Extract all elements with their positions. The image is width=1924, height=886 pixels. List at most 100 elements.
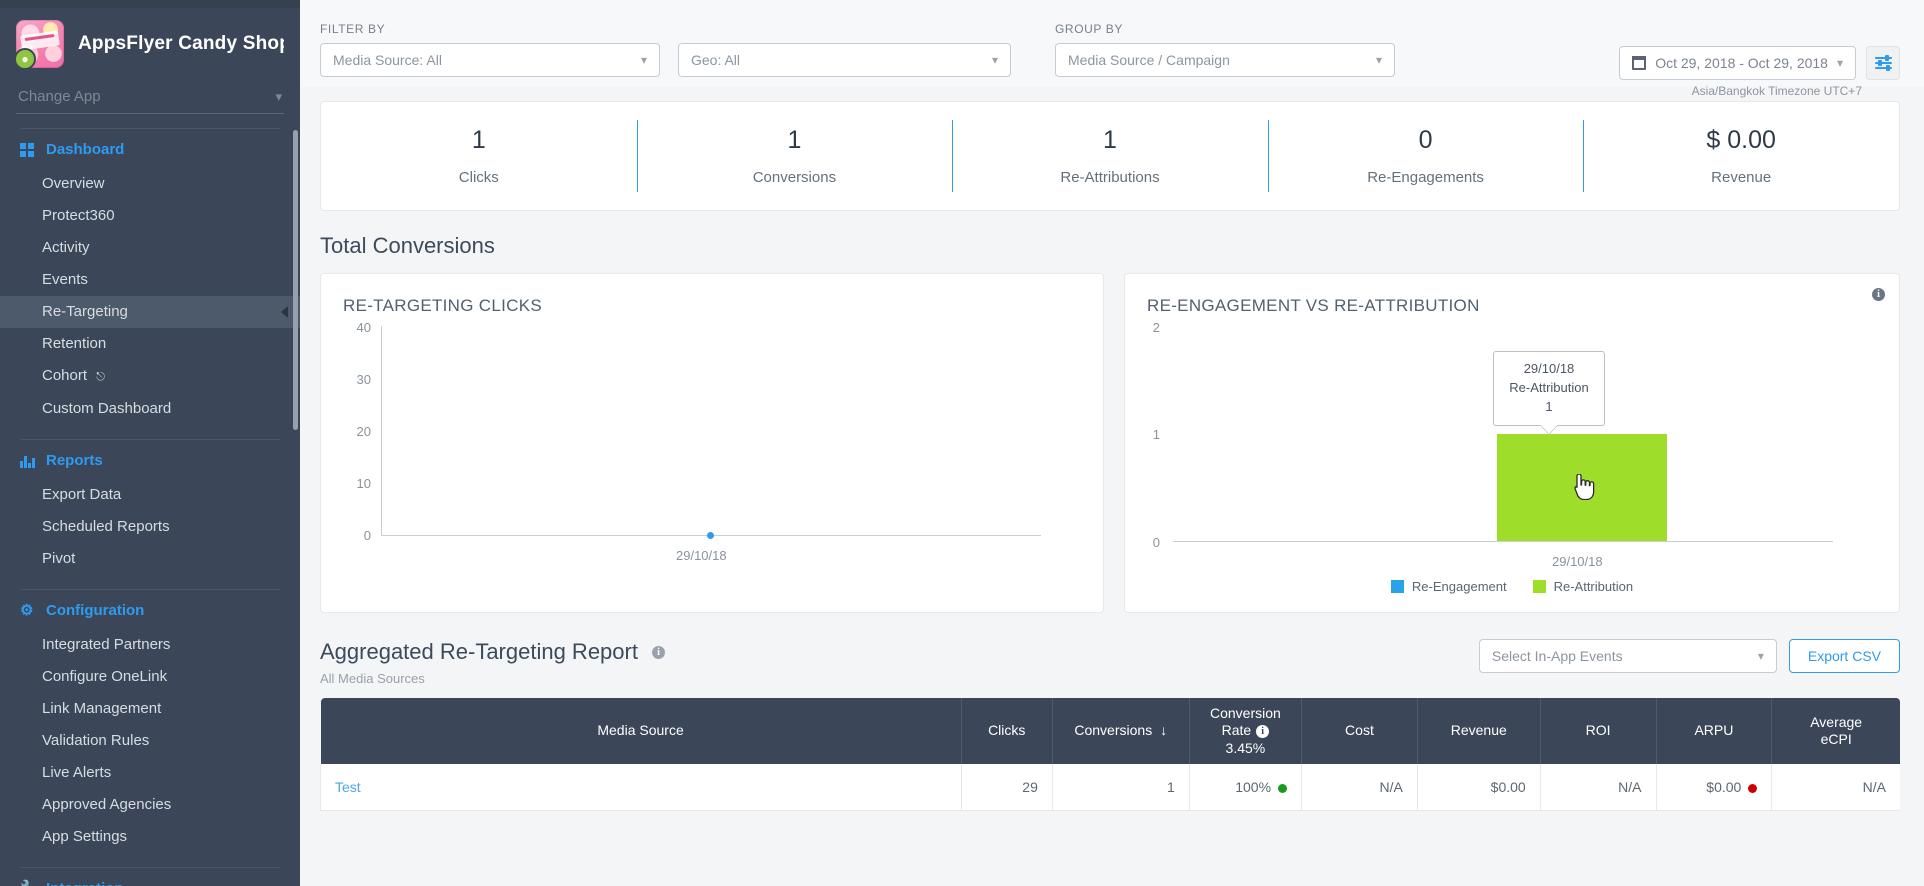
select-in-app-events-placeholder: Select In-App Events <box>1491 648 1623 664</box>
bar-chart-icon <box>20 453 36 469</box>
sidebar-item-protect360[interactable]: Protect360 <box>0 200 300 232</box>
kpi-value: 1 <box>787 126 802 154</box>
report-title: Aggregated Re-Targeting Report <box>320 639 638 664</box>
legend-swatch <box>1390 580 1404 593</box>
col-revenue[interactable]: Revenue <box>1416 698 1541 764</box>
col-conversions[interactable]: Conversions ↓ <box>1051 698 1190 764</box>
y-axis-tick: 0 <box>1152 535 1160 550</box>
col-average-ecpi[interactable]: Average eCPI <box>1771 698 1900 764</box>
change-app-select[interactable]: Change App ▾ <box>16 82 284 114</box>
data-point[interactable] <box>707 532 714 539</box>
arpu-value: $0.00 <box>1706 778 1742 795</box>
col-arpu[interactable]: ARPU <box>1655 698 1772 764</box>
date-range-picker[interactable]: Oct 29, 2018 - Oct 29, 2018 ▾ <box>1619 46 1856 80</box>
kpi-revenue: $ 0.00 Revenue <box>1583 102 1899 210</box>
cell-conversions: 1 <box>1051 764 1190 811</box>
group-by-label: GROUP BY <box>1055 22 1123 36</box>
kpi-caption: Clicks <box>458 169 499 186</box>
table-row: Test 29 1 100% N/A $0.00 N/A $0.00 N/A <box>320 764 1900 811</box>
kpi-caption: Conversions <box>752 169 837 186</box>
col-conversion-rate-line2: Rate <box>1221 722 1252 739</box>
app-header: ● AppsFlyer Candy Shop T... <box>0 8 300 74</box>
y-axis-tick: 30 <box>356 372 371 387</box>
display-settings-button[interactable] <box>1866 46 1900 80</box>
legend-item-re-engagement[interactable]: Re-Engagement <box>1390 579 1507 594</box>
sidebar-item-overview[interactable]: Overview <box>0 168 300 200</box>
kpi-re-attributions: 1 Re-Attributions <box>952 102 1268 210</box>
sidebar-item-validation-rules[interactable]: Validation Rules <box>0 725 300 757</box>
col-conversions-label: Conversions <box>1074 722 1153 739</box>
external-link-icon: ⎋ <box>96 371 105 383</box>
chart-title: RE-TARGETING CLICKS <box>343 296 543 315</box>
sidebar-section-reports[interactable]: Reports <box>0 440 300 479</box>
sidebar-item-cohort[interactable]: Cohort ⎋ <box>0 360 300 393</box>
export-csv-label: Export CSV <box>1807 648 1881 664</box>
sidebar-item-label: Pivot <box>42 550 76 567</box>
group-by-select[interactable]: Media Source / Campaign ▾ <box>1055 43 1395 77</box>
geo-value: Geo: All <box>691 52 741 68</box>
sidebar-item-label: Live Alerts <box>42 764 112 781</box>
sidebar-item-events[interactable]: Events <box>0 264 300 296</box>
info-icon[interactable]: i <box>1872 288 1885 301</box>
y-axis-tick: 10 <box>356 476 371 491</box>
cell-revenue: $0.00 <box>1416 764 1541 811</box>
media-source-select[interactable]: Media Source: All ▾ <box>320 43 660 77</box>
info-icon[interactable]: i <box>1256 724 1270 738</box>
col-cost[interactable]: Cost <box>1301 698 1418 764</box>
sidebar-section-label: Dashboard <box>46 141 125 158</box>
geo-select[interactable]: Geo: All ▾ <box>678 43 1011 77</box>
sidebar-section-configuration[interactable]: ⚙ Configuration <box>0 590 300 629</box>
geo-filter-group: Geo: All ▾ <box>678 22 1011 77</box>
kpi-caption: Re-Attributions <box>1060 169 1160 186</box>
sidebar-item-label: Export Data <box>42 486 122 503</box>
sidebar-item-approved-agencies[interactable]: Approved Agencies <box>0 789 300 821</box>
legend-item-re-attribution[interactable]: Re-Attribution <box>1532 579 1633 594</box>
sidebar-item-label: Link Management <box>42 700 162 717</box>
sidebar-item-scheduled-reports[interactable]: Scheduled Reports <box>0 511 300 543</box>
chevron-down-icon: ▾ <box>275 88 282 104</box>
sidebar-item-retention[interactable]: Retention <box>0 328 300 360</box>
sidebar-item-configure-onelink[interactable]: Configure OneLink <box>0 661 300 693</box>
sidebar-scrollbar[interactable] <box>293 130 298 430</box>
info-icon[interactable]: i <box>651 645 665 659</box>
active-arrow-icon <box>281 306 288 318</box>
gear-icon: ⚙ <box>20 601 34 619</box>
x-axis-tick: 29/10/18 <box>1552 554 1603 569</box>
sidebar-item-pivot[interactable]: Pivot <box>0 543 300 575</box>
group-by-value: Media Source / Campaign <box>1068 52 1230 68</box>
sidebar-item-link-management[interactable]: Link Management <box>0 693 300 725</box>
sidebar-item-live-alerts[interactable]: Live Alerts <box>0 757 300 789</box>
kpi-value: $ 0.00 <box>1706 126 1776 154</box>
kpi-clicks: 1 Clicks <box>321 102 637 210</box>
sidebar-item-integrated-partners[interactable]: Integrated Partners <box>0 629 300 661</box>
col-media-source[interactable]: Media Source <box>320 698 962 764</box>
sidebar-item-re-targeting[interactable]: Re-Targeting <box>0 296 300 328</box>
wrench-icon: 🔧 <box>20 880 39 886</box>
sidebar-item-export-data[interactable]: Export Data <box>0 479 300 511</box>
app-root: ● AppsFlyer Candy Shop T... Change App ▾… <box>0 0 1924 886</box>
sidebar-section-integration[interactable]: 🔧 Integration <box>0 868 300 886</box>
export-csv-button[interactable]: Export CSV <box>1788 639 1900 673</box>
col-clicks[interactable]: Clicks <box>960 698 1053 764</box>
kpi-value: 0 <box>1418 126 1433 154</box>
sidebar-item-activity[interactable]: Activity <box>0 232 300 264</box>
sidebar-item-app-settings[interactable]: App Settings <box>0 821 300 853</box>
re-engagement-plot: 2 1 0 29/10/18 Re-Attribution 1 29/10/18 <box>1125 320 1899 612</box>
col-conversion-rate[interactable]: Conversion Rate i 3.45% <box>1188 698 1302 764</box>
bar-re-attribution[interactable] <box>1497 434 1667 541</box>
media-source-link[interactable]: Test <box>335 779 361 795</box>
total-conversions-title: Total Conversions <box>320 233 495 258</box>
col-average-ecpi-line2: eCPI <box>1820 731 1852 747</box>
sidebar-section-dashboard[interactable]: Dashboard <box>0 129 300 168</box>
report-subtitle: All Media Sources <box>320 671 425 686</box>
y-axis-tick: 1 <box>1152 427 1160 442</box>
chart-tooltip: 29/10/18 Re-Attribution 1 <box>1493 351 1605 426</box>
sidebar-item-label: Configure OneLink <box>42 668 168 685</box>
filter-bar: FILTER BY Media Source: All ▾ Geo: All ▾… <box>300 0 1924 98</box>
col-roi[interactable]: ROI <box>1539 698 1657 764</box>
sidebar-item-label: Retention <box>42 335 107 352</box>
sidebar-item-label: Custom Dashboard <box>42 400 172 417</box>
sidebar-item-custom-dashboard[interactable]: Custom Dashboard <box>0 393 300 425</box>
kpi-card-row: 1 Clicks 1 Conversions 1 Re-Attributions… <box>320 101 1900 211</box>
select-in-app-events[interactable]: Select In-App Events ▾ <box>1478 639 1777 673</box>
